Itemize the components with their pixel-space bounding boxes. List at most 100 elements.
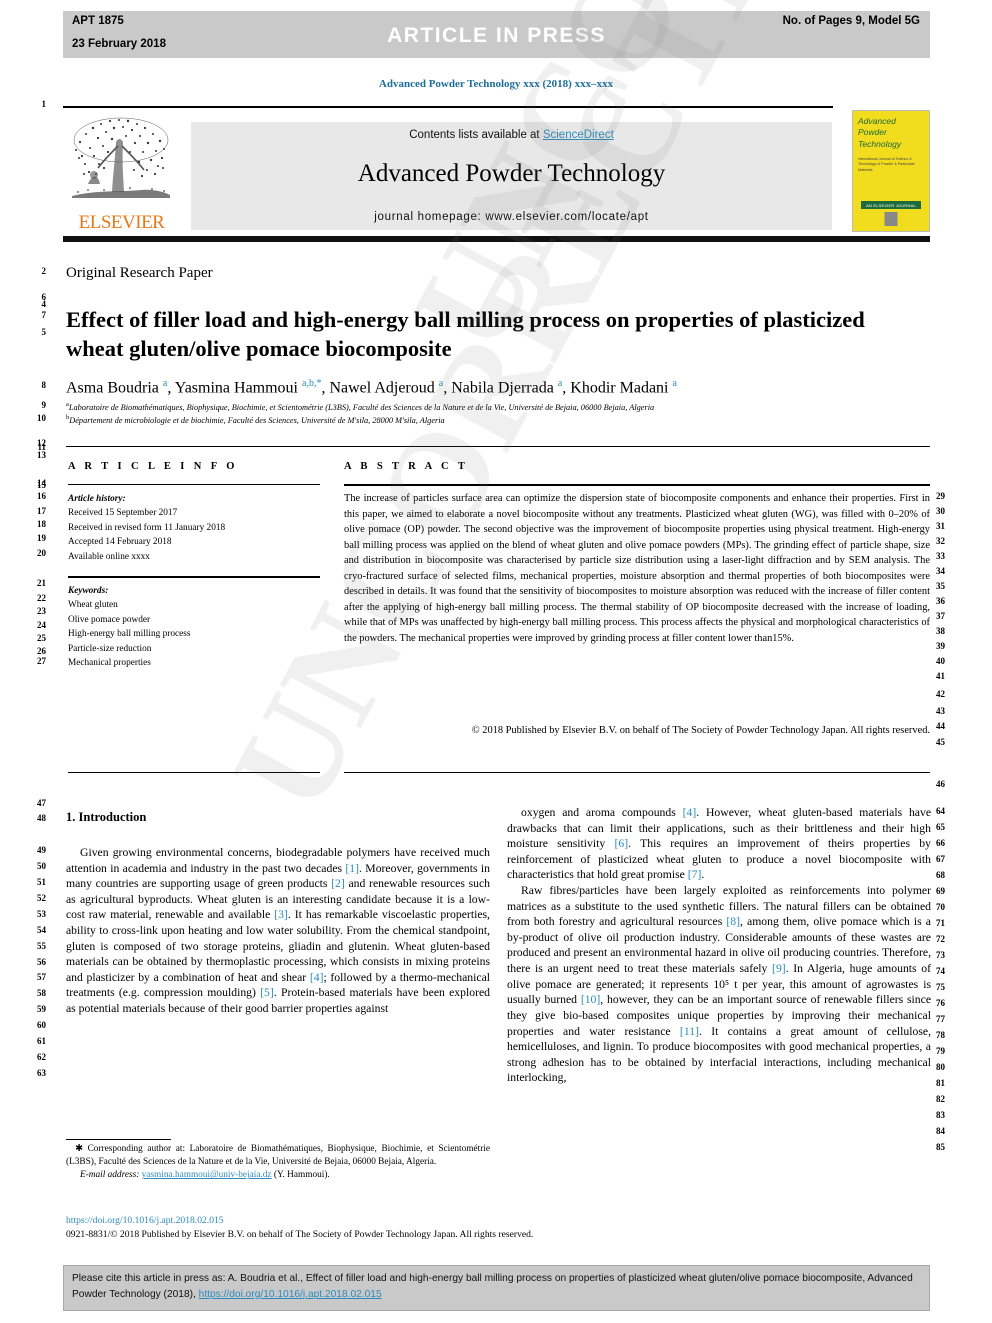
masthead-top-rule xyxy=(63,106,833,108)
line-number: 36 xyxy=(936,596,945,606)
email-owner: (Y. Hammoui). xyxy=(273,1170,330,1181)
line-number: 15 xyxy=(37,480,46,490)
history-item: Received in revised form 11 January 2018 xyxy=(68,522,226,533)
line-number: 53 xyxy=(37,909,46,919)
citation-ref[interactable]: [4] xyxy=(683,806,697,819)
sciencedirect-link[interactable]: ScienceDirect xyxy=(543,129,614,141)
keywords-title: Keywords: xyxy=(68,586,109,596)
line-number: 8 xyxy=(41,380,47,390)
keyword-item: Mechanical properties xyxy=(68,658,151,669)
line-number: 45 xyxy=(936,737,945,747)
cover-title: Advanced Powder Technology xyxy=(858,116,925,150)
article-type-label: Original Research Paper xyxy=(66,265,213,281)
keyword-item: Wheat gluten xyxy=(68,600,118,611)
elsevier-logo: ELSEVIER xyxy=(68,112,175,234)
line-number: 74 xyxy=(936,966,945,976)
line-number: 29 xyxy=(936,491,945,501)
citation-ref[interactable]: [8] xyxy=(726,915,740,928)
line-number: 71 xyxy=(936,918,945,928)
affiliation-b-text: Département de microbiologie et de bioch… xyxy=(69,415,445,425)
line-number: 75 xyxy=(936,982,945,992)
citation-ref[interactable]: [11] xyxy=(680,1025,699,1038)
author-list: Asma Boudria a, Yasmina Hammoui a,b,*, N… xyxy=(66,378,677,397)
email-link[interactable]: yasmina.hammoui@univ-bejaia.dz xyxy=(142,1170,272,1180)
line-number: 21 xyxy=(37,578,46,588)
citation-ref[interactable]: [1] xyxy=(345,862,359,875)
keyword-item: Olive pomace powder xyxy=(68,614,151,625)
line-number: 57 xyxy=(37,972,46,982)
line-number: 23 xyxy=(37,606,46,616)
line-number: 58 xyxy=(37,988,46,998)
line-number: 32 xyxy=(936,536,945,546)
contents-prefix: Contents lists available at xyxy=(409,129,543,141)
corresponding-author-text: Corresponding author at: Laboratoire de … xyxy=(66,1144,490,1168)
line-number: 10 xyxy=(37,413,46,423)
line-number: 18 xyxy=(37,519,46,529)
line-number: 48 xyxy=(37,813,46,823)
info-bottom-rule xyxy=(68,772,320,773)
masthead-bottom-rule xyxy=(63,236,930,242)
line-number: 22 xyxy=(37,593,46,603)
line-number: 85 xyxy=(936,1142,945,1152)
info-abstract-top-rule xyxy=(66,446,930,447)
line-number: 2 xyxy=(41,266,47,276)
line-number: 60 xyxy=(37,1020,46,1030)
cover-band-text: AN ELSEVIER JOURNAL xyxy=(866,202,916,208)
keywords-rule xyxy=(68,576,320,578)
cover-title-line2: Powder xyxy=(858,127,887,138)
line-number: 55 xyxy=(37,941,46,951)
citation-ref[interactable]: [2] xyxy=(331,877,345,890)
citation-ref[interactable]: [4] xyxy=(310,971,324,984)
body-paragraph: Given growing environmental concerns, bi… xyxy=(66,846,491,1016)
line-number: 16 xyxy=(37,491,46,501)
line-number: 65 xyxy=(936,822,945,832)
line-number: 64 xyxy=(936,806,945,816)
doi-link[interactable]: https://doi.org/10.1016/j.apt.2018.02.01… xyxy=(66,1215,224,1226)
line-number: 17 xyxy=(37,506,46,516)
line-number: 25 xyxy=(37,633,46,643)
line-number: 27 xyxy=(37,656,46,666)
line-number: 37 xyxy=(936,611,945,621)
line-number: 72 xyxy=(936,934,945,944)
line-number: 51 xyxy=(37,877,46,887)
line-number: 31 xyxy=(936,521,945,531)
email-note: E-mail address: yasmina.hammoui@univ-bej… xyxy=(66,1169,490,1182)
body-column-right: oxygen and aroma compounds [4]. However,… xyxy=(507,805,931,1086)
line-number: 30 xyxy=(936,506,945,516)
article-history-title: Article history: xyxy=(68,494,126,504)
line-number: 69 xyxy=(936,886,945,896)
article-history-block: Article history: Received 15 September 2… xyxy=(68,492,333,564)
line-number: 63 xyxy=(37,1068,46,1078)
cover-publisher-mark xyxy=(884,212,898,226)
citation-ref[interactable]: [10] xyxy=(581,993,600,1006)
citation-ref[interactable]: [7] xyxy=(688,868,702,881)
line-number: 41 xyxy=(936,671,945,681)
journal-homepage-line[interactable]: journal homepage: www.elsevier.com/locat… xyxy=(191,211,832,223)
issn-copyright-line: 0921-8831/© 2018 Published by Elsevier B… xyxy=(66,1229,534,1240)
line-number: 50 xyxy=(37,861,46,871)
citation-ref[interactable]: [5] xyxy=(260,986,274,999)
page-title: Effect of filler load and high-energy ba… xyxy=(66,307,865,361)
line-number: 19 xyxy=(37,533,46,543)
article-status-label: ARTICLE IN PRESS xyxy=(387,24,606,47)
cover-title-line3: Technology xyxy=(858,138,902,149)
line-number: 62 xyxy=(37,1052,46,1062)
article-info-heading: A R T I C L E I N F O xyxy=(68,461,238,472)
line-number: 34 xyxy=(936,566,945,576)
line-number: 39 xyxy=(936,641,945,651)
citation-ref[interactable]: [6] xyxy=(615,837,629,850)
line-number: 67 xyxy=(936,854,945,864)
line-number: 24 xyxy=(37,620,46,630)
line-number: 82 xyxy=(936,1094,945,1104)
line-number: 76 xyxy=(936,998,945,1008)
running-head: Advanced Powder Technology xxx (2018) xx… xyxy=(378,78,614,90)
article-in-press-banner: APT 1875 23 February 2018 ARTICLE IN PRE… xyxy=(63,11,930,58)
pages-model-label: No. of Pages 9, Model 5G xyxy=(782,15,920,27)
line-number: 1 xyxy=(41,99,47,109)
citation-ref[interactable]: [3] xyxy=(274,908,288,921)
line-number: 46 xyxy=(936,779,945,789)
email-label: E-mail address: xyxy=(80,1170,140,1181)
abstract-copyright: © 2018 Published by Elsevier B.V. on beh… xyxy=(471,725,930,736)
citation-ref[interactable]: [9] xyxy=(772,962,786,975)
cite-doi-link[interactable]: https://doi.org/10.1016/j.apt.2018.02.01… xyxy=(199,1289,382,1300)
